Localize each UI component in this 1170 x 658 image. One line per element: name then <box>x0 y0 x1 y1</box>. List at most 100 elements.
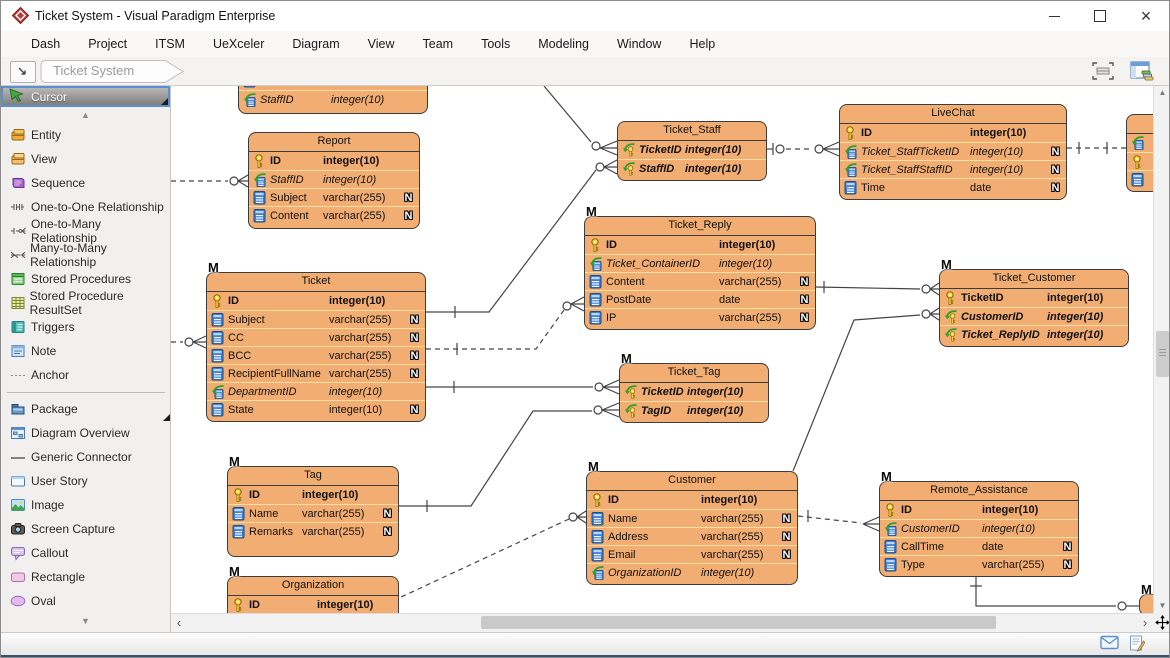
entity-column-row[interactable]: CustomerIDinteger(10) <box>940 307 1128 325</box>
breadcrumb[interactable]: Ticket System <box>39 59 189 84</box>
vertical-scrollbar[interactable]: ▲ ▼ <box>1153 86 1170 613</box>
entity-column-row[interactable]: IDinteger(10) <box>880 501 1078 519</box>
diagram-specification-button[interactable] <box>1127 59 1155 83</box>
scroll-left-arrow[interactable]: ‹ <box>171 614 187 632</box>
palette-item-diagram-overview[interactable]: Diagram Overview <box>1 421 170 445</box>
entity-column-row[interactable]: IDinteger(10) <box>228 596 398 613</box>
entity-column-row[interactable]: PostDatedateN <box>585 290 815 308</box>
rel-ticket-tickettag[interactable] <box>426 380 619 394</box>
entity-column-row[interactable]: IDinteger(10) <box>840 124 1066 142</box>
entity-column-row[interactable]: StaffIDinteger(10) <box>618 159 766 177</box>
entity-column-row[interactable]: Contentvarchar(255)N <box>249 206 419 224</box>
entity-livechat[interactable]: LiveChatIDinteger(10)Ticket_StaffTicketI… <box>839 104 1067 200</box>
palette-scroll-up[interactable]: ▲ <box>1 107 170 123</box>
entity-tag[interactable]: MTagIDinteger(10)Namevarchar(255)NRemark… <box>227 466 399 557</box>
vertical-scroll-thumb[interactable] <box>1156 331 1169 377</box>
entity-column-row[interactable]: Contentvarchar(255)N <box>585 272 815 290</box>
palette-item-stored-procedure-resultset[interactable]: Stored Procedure ResultSet <box>1 291 170 315</box>
entity-column-row[interactable]: RecipientFullNamevarchar(255)N <box>207 364 425 382</box>
entity-column-row[interactable]: StaffIDinteger(10) <box>249 170 419 188</box>
palette-item-sequence[interactable]: Sequence <box>1 171 170 195</box>
palette-item-cursor[interactable]: Cursor <box>1 86 170 107</box>
scroll-right-arrow[interactable]: › <box>1137 614 1153 632</box>
rel-staff-ticketstaff[interactable] <box>544 86 617 155</box>
menu-help[interactable]: Help <box>675 33 729 55</box>
entity-column-row[interactable]: CallTimedateN <box>880 537 1078 555</box>
palette-item-triggers[interactable]: Triggers <box>1 315 170 339</box>
mail-icon[interactable] <box>1100 635 1119 657</box>
palette-item-generic-connector[interactable]: Generic Connector <box>1 445 170 469</box>
rel-customer-remoteassistance[interactable] <box>798 510 879 531</box>
entity-column-row[interactable]: Emailvarchar(255)N <box>587 545 797 563</box>
entity-column-row[interactable]: StaffIDinteger(10) <box>239 90 427 108</box>
rel-ticketreply-ticketcustomer[interactable] <box>816 281 939 295</box>
entity-column-row[interactable]: TicketIDinteger(10) <box>618 141 766 159</box>
entity-column-row[interactable]: Remarksvarchar(255)N <box>228 522 398 540</box>
rel-ticket-ticketreply[interactable] <box>426 297 584 355</box>
entity-column-row[interactable]: Ticket_StaffStaffIDinteger(10)N <box>840 160 1066 178</box>
message-log-icon[interactable] <box>1129 635 1145 657</box>
rel-livechat-right-entity[interactable] <box>1067 142 1126 154</box>
menu-diagram[interactable]: Diagram <box>278 33 353 55</box>
menu-dash[interactable]: Dash <box>17 33 74 55</box>
rel-ticket-left[interactable] <box>171 336 206 348</box>
entity-column-row[interactable]: Addressvarchar(255)N <box>587 527 797 545</box>
entity-column-row[interactable]: IDinteger(10) <box>207 292 425 310</box>
entity-column-row[interactable]: OrganizationIDinteger(10) <box>587 563 797 581</box>
palette-item-one-to-one[interactable]: One-to-One Relationship <box>1 195 170 219</box>
entity-column-row[interactable]: TagIDinteger(10) <box>620 401 768 419</box>
palette-item-oval[interactable]: Oval <box>1 589 170 613</box>
menu-team[interactable]: Team <box>409 33 468 55</box>
menu-tools[interactable]: Tools <box>467 33 524 55</box>
scroll-down-arrow[interactable]: ▼ <box>1154 599 1170 613</box>
rel-customer-organization[interactable] <box>399 511 586 598</box>
entity-right-partial[interactable] <box>1126 114 1153 192</box>
close-button[interactable]: × <box>1123 1 1169 31</box>
menu-project[interactable]: Project <box>74 33 141 55</box>
horizontal-scrollbar[interactable]: ‹ › <box>171 613 1153 632</box>
menu-uexceler[interactable]: UeXceler <box>199 33 278 55</box>
palette-item-stored-procedures[interactable]: Stored Procedures <box>1 267 170 291</box>
rel-customer-ticketcustomer[interactable] <box>793 308 939 471</box>
pan-tool-corner[interactable] <box>1153 613 1170 632</box>
palette-item-user-story[interactable]: User Story <box>1 469 170 493</box>
palette-item-callout[interactable]: Callout <box>1 541 170 565</box>
menu-view[interactable]: View <box>354 33 409 55</box>
entity-organization[interactable]: MOrganizationIDinteger(10) <box>227 576 399 613</box>
entity-customer[interactable]: MCustomerIDinteger(10)Namevarchar(255)NA… <box>586 471 798 585</box>
palette-item-many-to-many[interactable]: Many-to-Many Relationship <box>1 243 170 267</box>
palette-item-note[interactable]: Note <box>1 339 170 363</box>
menu-modeling[interactable]: Modeling <box>524 33 603 55</box>
entity-ticket_staff[interactable]: Ticket_StaffTicketIDinteger(10)StaffIDin… <box>617 121 767 181</box>
entity-column-row[interactable] <box>1127 134 1153 152</box>
entity-report[interactable]: ReportIDinteger(10)StaffIDinteger(10)Sub… <box>248 132 420 229</box>
palette-item-package[interactable]: Package <box>1 397 170 421</box>
entity-staff-partial[interactable]: NStaffIDinteger(10) <box>238 86 428 114</box>
palette-item-one-to-many[interactable]: One-to-Many Relationship <box>1 219 170 243</box>
entity-column-row[interactable]: TicketIDinteger(10) <box>620 383 768 401</box>
entity-column-row[interactable]: IDinteger(10) <box>249 152 419 170</box>
menu-itsm[interactable]: ITSM <box>141 33 199 55</box>
palette-item-entity[interactable]: Entity <box>1 123 170 147</box>
entity-column-row[interactable]: IPvarchar(255)N <box>585 308 815 326</box>
diagram-canvas[interactable]: NStaffIDinteger(10) ReportIDinteger(10)S… <box>171 86 1153 613</box>
entity-column-row[interactable]: Namevarchar(255)N <box>587 509 797 527</box>
entity-ticket_reply[interactable]: MTicket_ReplyIDinteger(10)Ticket_Contain… <box>584 216 816 330</box>
entity-column-row[interactable]: CustomerIDinteger(10) <box>880 519 1078 537</box>
palette-item-anchor[interactable]: Anchor <box>1 363 170 387</box>
entity-column-row[interactable]: IDinteger(10) <box>228 486 398 504</box>
entity-column-row[interactable]: BCCvarchar(255)N <box>207 346 425 364</box>
fit-to-selection-button[interactable] <box>1089 59 1117 83</box>
palette-item-rectangle[interactable]: Rectangle <box>1 565 170 589</box>
horizontal-scroll-thumb[interactable] <box>481 616 996 629</box>
entity-corner[interactable]: M <box>1139 594 1153 613</box>
entity-column-row[interactable]: Stateinteger(10)N <box>207 400 425 418</box>
entity-ticket_tag[interactable]: MTicket_TagTicketIDinteger(10)TagIDinteg… <box>619 363 769 423</box>
palette-item-view[interactable]: View <box>1 147 170 171</box>
entity-column-row[interactable]: Ticket_ReplyIDinteger(10) <box>940 325 1128 343</box>
entity-column-row[interactable] <box>1127 170 1153 188</box>
entity-remote_assistance[interactable]: MRemote_AssistanceIDinteger(10)CustomerI… <box>879 481 1079 577</box>
entity-column-row[interactable]: IDinteger(10) <box>585 236 815 254</box>
entity-column-row[interactable]: Subjectvarchar(255)N <box>207 310 425 328</box>
entity-column-row[interactable]: TimedateN <box>840 178 1066 196</box>
